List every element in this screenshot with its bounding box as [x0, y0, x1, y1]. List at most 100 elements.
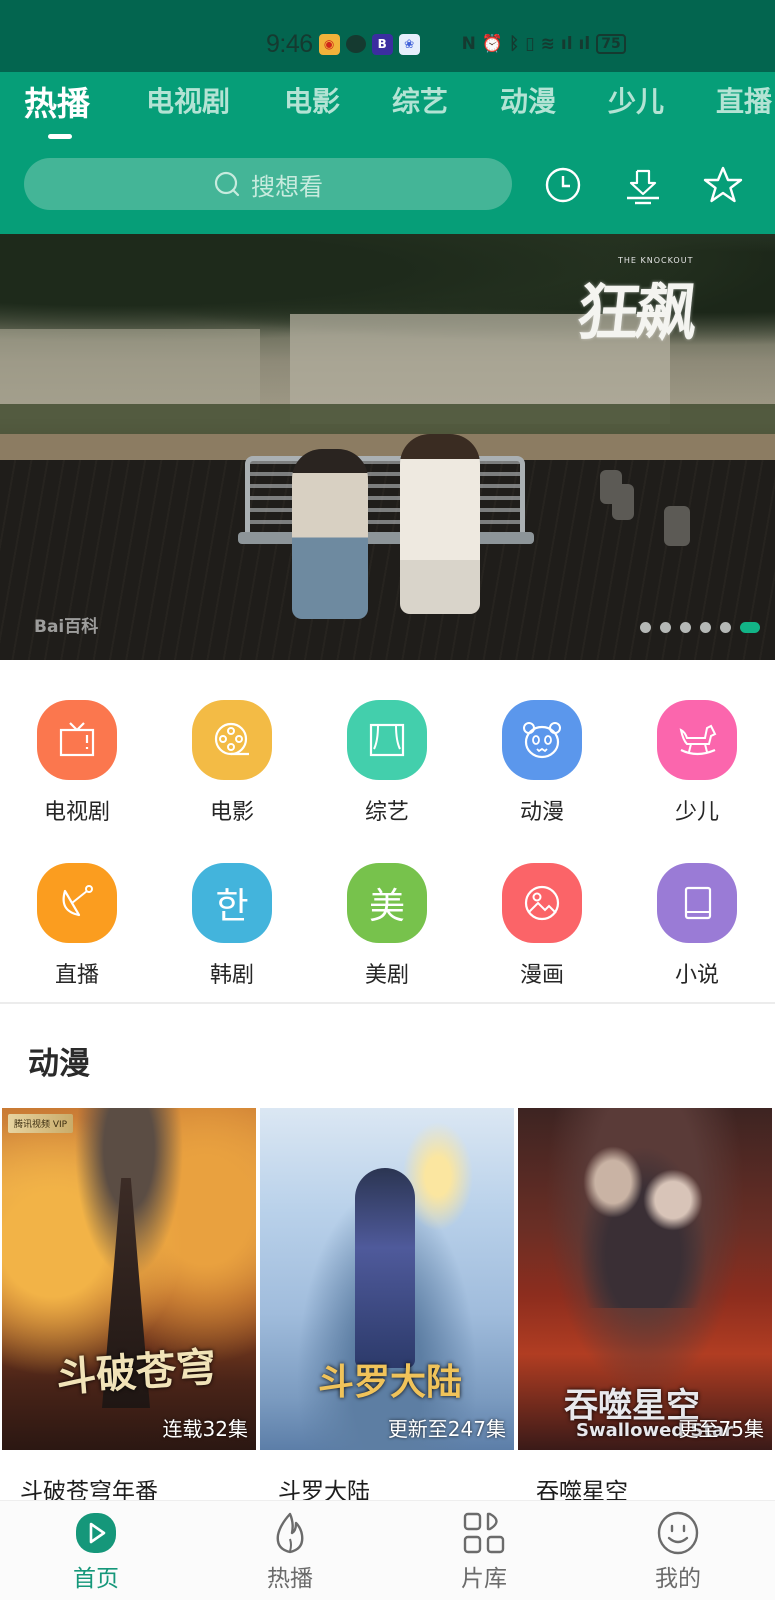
category-label: 漫画 [519, 963, 564, 988]
nav-hot[interactable]: 热播 [240, 1511, 340, 1593]
history-icon [545, 167, 581, 203]
banner-image-post [612, 484, 634, 520]
download-icon [627, 169, 659, 205]
status-icons: 9:46 ◉ B ❀ N ⏰ ᛒ ▯ ≋ ıl ıl 75 [266, 30, 626, 58]
panda-icon [502, 700, 582, 780]
signal-4g-icon: ıl [578, 34, 591, 54]
banner-image-bench [245, 456, 525, 536]
tv-icon [37, 700, 117, 780]
category-american-drama[interactable]: 美 美剧 [332, 863, 442, 989]
flame-icon [268, 1511, 312, 1555]
category-tv-series[interactable]: 电视剧 [22, 700, 132, 826]
tab-variety[interactable]: 综艺 [392, 80, 448, 120]
episode-badge: 更新至247集 [387, 1417, 506, 1441]
category-label: 小说 [674, 963, 719, 988]
category-variety[interactable]: 综艺 [332, 700, 442, 826]
tab-kids[interactable]: 少儿 [608, 80, 664, 120]
tab-movie[interactable]: 电影 [284, 80, 340, 120]
rocking-horse-icon [657, 700, 737, 780]
stage-curtain-icon [347, 700, 427, 780]
tab-anime[interactable]: 动漫 [500, 80, 556, 120]
carousel-dot-active[interactable] [740, 622, 760, 633]
category-novels[interactable]: 小说 [642, 863, 752, 989]
carousel-dot[interactable] [640, 622, 651, 633]
banner-image-person [400, 434, 480, 614]
category-label: 动漫 [519, 800, 564, 825]
smiley-profile-icon [656, 1511, 700, 1555]
nfc-icon: N [461, 34, 476, 54]
category-label: 直播 [54, 963, 99, 988]
favorite-button[interactable] [702, 164, 744, 206]
vibrate-icon: ▯ [525, 34, 535, 54]
signal-5g-icon: ıl [560, 34, 573, 54]
film-reel-icon [192, 700, 272, 780]
comic-image-icon [502, 863, 582, 943]
carousel-dot[interactable] [700, 622, 711, 633]
poster-logo: 斗罗大陆 [318, 1361, 463, 1403]
section-divider [0, 1002, 775, 1004]
wifi-icon: ≋ [540, 34, 555, 54]
vip-badge: 腾讯视频 VIP [8, 1114, 74, 1133]
battery-icon: 75 [596, 34, 626, 54]
nav-profile[interactable]: 我的 [628, 1511, 728, 1593]
tab-tv-series[interactable]: 电视剧 [146, 80, 230, 120]
nav-label: 我的 [655, 1566, 701, 1592]
nav-label: 热播 [267, 1566, 313, 1592]
poster-card[interactable]: 斗罗大陆 更新至247集 [260, 1108, 514, 1450]
tab-hot[interactable]: 热播 [24, 77, 90, 125]
poster-card[interactable]: 吞噬星空 Swallowed Star 更至75集 [518, 1108, 772, 1450]
category-label: 韩剧 [209, 963, 254, 988]
category-live[interactable]: 直播 [22, 863, 132, 989]
carousel-dot[interactable] [660, 622, 671, 633]
history-button[interactable] [542, 164, 584, 206]
poster-card[interactable]: 腾讯视频 VIP 斗破苍穹 连载32集 [2, 1108, 256, 1450]
active-tab-indicator [48, 134, 72, 139]
baidu-baike-watermark: Bai百科 [34, 617, 99, 637]
alarm-icon: ⏰ [481, 34, 504, 54]
channel-tabs: 热播 电视剧 电影 综艺 动漫 少儿 直播 [0, 72, 775, 140]
carousel-dot[interactable] [720, 622, 731, 633]
banner-title: 狂飙 [573, 276, 698, 349]
banner-image-post [664, 506, 690, 546]
nav-library[interactable]: 片库 [434, 1511, 534, 1593]
section-title: 动漫 [28, 1046, 90, 1082]
banner-image-bench-seat [238, 532, 534, 544]
banner-image-person [292, 449, 368, 619]
nav-label: 首页 [73, 1566, 119, 1592]
book-app-icon: B [371, 33, 393, 55]
carousel-dot[interactable] [680, 622, 691, 633]
category-anime[interactable]: 动漫 [487, 700, 597, 826]
weibo-icon: ◉ [318, 33, 340, 55]
bluetooth-icon: ᛒ [509, 34, 520, 54]
category-label: 综艺 [364, 800, 409, 825]
tab-live[interactable]: 直播 [716, 80, 772, 120]
status-time: 9:46 [266, 29, 313, 58]
satellite-dish-icon [37, 863, 117, 943]
carousel-indicator [640, 622, 760, 633]
star-icon [703, 166, 743, 203]
category-movie[interactable]: 电影 [177, 700, 287, 826]
poster-image-character [355, 1168, 415, 1368]
top-header: 热播 电视剧 电影 综艺 动漫 少儿 直播 搜想看 [0, 72, 775, 234]
poster-image-characters [568, 1128, 718, 1308]
library-grid-icon [462, 1511, 506, 1555]
home-play-icon [74, 1511, 118, 1555]
category-comics[interactable]: 漫画 [487, 863, 597, 989]
category-korean-drama[interactable]: 한 韩剧 [177, 863, 287, 989]
download-button[interactable] [622, 164, 664, 206]
episode-badge: 连载32集 [162, 1417, 248, 1441]
featured-banner[interactable]: THE KNOCKOUT 狂飙 Bai百科 [0, 234, 775, 660]
nav-home[interactable]: 首页 [46, 1511, 146, 1593]
search-icon [214, 171, 240, 197]
mei-character-icon: 美 [347, 863, 427, 943]
category-label: 电视剧 [43, 800, 110, 825]
search-input[interactable]: 搜想看 [24, 158, 512, 210]
category-kids[interactable]: 少儿 [642, 700, 752, 826]
category-label: 少儿 [674, 800, 719, 825]
poster-logo: 斗破苍穹 [54, 1343, 218, 1402]
message-icon [345, 35, 366, 53]
episode-badge: 更至75集 [678, 1417, 764, 1441]
baidu-icon: ❀ [398, 33, 420, 55]
category-label: 电影 [209, 800, 254, 825]
search-placeholder: 搜想看 [251, 172, 323, 201]
